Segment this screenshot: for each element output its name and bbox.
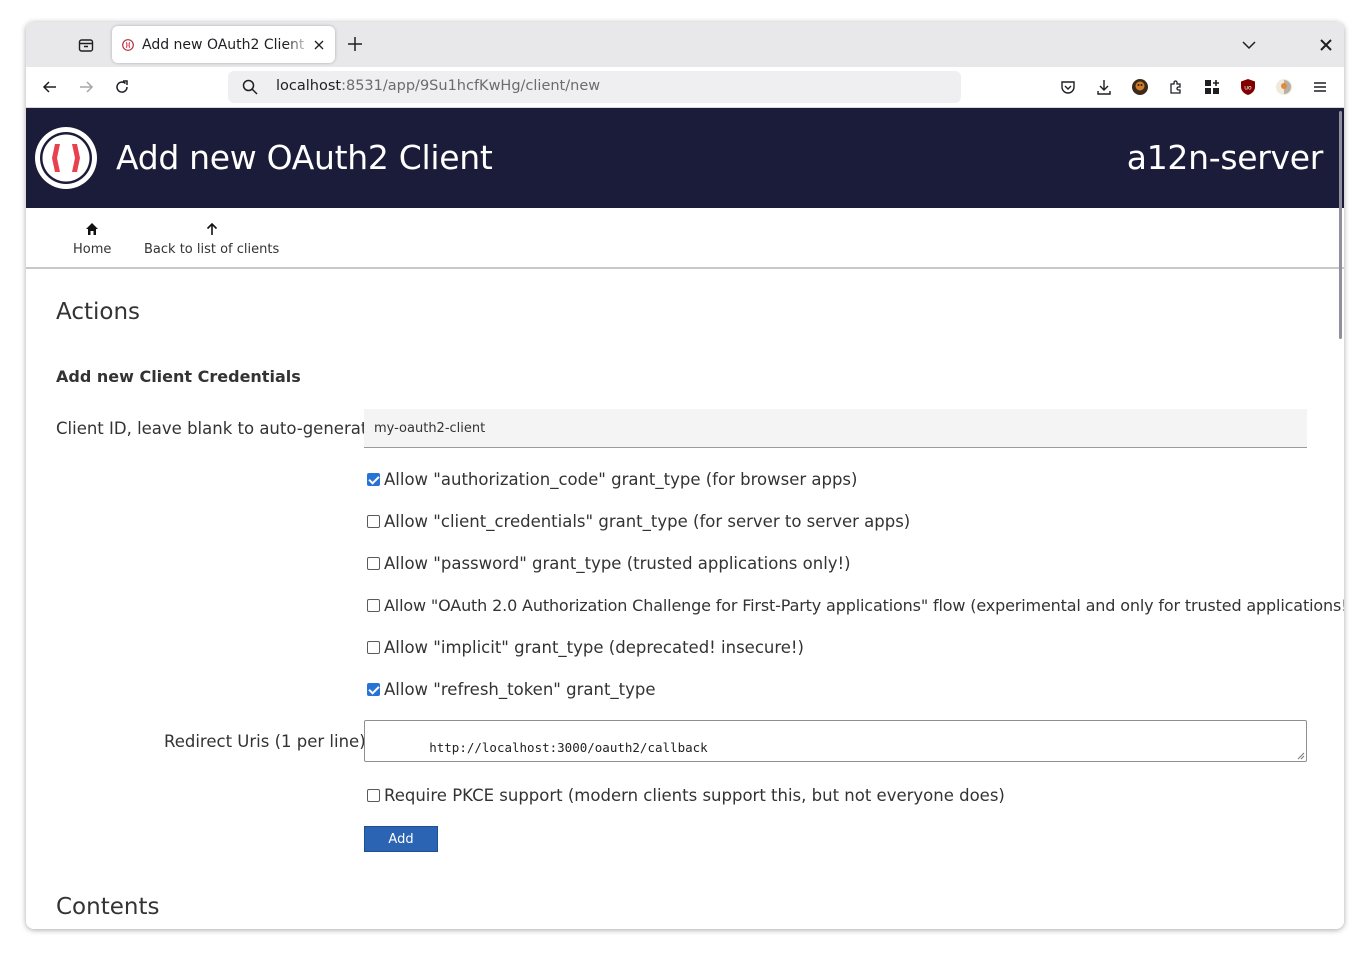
authorization-code-label: Allow "authorization_code" grant_type (f… xyxy=(384,470,858,489)
tab-list-icon[interactable] xyxy=(74,33,98,57)
page-viewport: Add new OAuth2 Client a12n-server Home B… xyxy=(26,108,1344,929)
authorization-challenge-checkbox[interactable] xyxy=(367,599,380,612)
contents-heading: Contents xyxy=(56,894,160,920)
browser-window: Add new OAuth2 Client - a12n-server loca… xyxy=(26,22,1344,929)
url-host: localhost xyxy=(276,78,342,94)
profile-icon[interactable] xyxy=(1274,77,1294,97)
redirect-uris-value: http://localhost:3000/oauth2/callback xyxy=(429,740,708,755)
arrow-up-icon xyxy=(206,222,217,235)
tab-active[interactable]: Add new OAuth2 Client - a12n-server xyxy=(112,26,335,63)
pkce-label: Require PKCE support (modern clients sup… xyxy=(384,786,1005,805)
authorization-challenge-option[interactable]: Allow "OAuth 2.0 Authorization Challenge… xyxy=(367,596,1344,615)
ublock-icon[interactable]: uo xyxy=(1238,77,1258,97)
site-name: a12n-server xyxy=(1126,138,1324,177)
password-label: Allow "password" grant_type (trusted app… xyxy=(384,554,851,573)
actions-heading: Actions xyxy=(56,299,141,325)
pkce-option[interactable]: Require PKCE support (modern clients sup… xyxy=(367,786,1005,805)
page-scrollbar[interactable] xyxy=(1339,111,1342,339)
client-id-input[interactable] xyxy=(364,409,1307,448)
nav-home-link[interactable]: Home xyxy=(73,222,111,257)
search-icon xyxy=(242,79,258,95)
client-credentials-label: Allow "client_credentials" grant_type (f… xyxy=(384,512,911,531)
redirect-uris-textarea[interactable]: http://localhost:3000/oauth2/callback xyxy=(364,720,1307,762)
implicit-checkbox[interactable] xyxy=(367,641,380,654)
authorization-code-checkbox[interactable] xyxy=(367,473,380,486)
tab-title: Add new OAuth2 Client - a12n-server xyxy=(142,36,311,53)
home-icon xyxy=(86,223,99,235)
grant-authorization-code-option[interactable]: Allow "authorization_code" grant_type (f… xyxy=(367,470,857,489)
apps-icon[interactable] xyxy=(1202,77,1222,97)
grant-client-credentials-option[interactable]: Allow "client_credentials" grant_type (f… xyxy=(367,512,910,531)
add-button[interactable]: Add xyxy=(364,826,438,852)
page-title: Add new OAuth2 Client xyxy=(116,138,493,177)
grant-refresh-token-option[interactable]: Allow "refresh_token" grant_type xyxy=(367,680,656,699)
password-checkbox[interactable] xyxy=(367,557,380,570)
nav-back-to-clients-link[interactable]: Back to list of clients xyxy=(144,222,279,257)
extensions-icon[interactable] xyxy=(1166,77,1186,97)
redirect-uris-label: Redirect Uris (1 per line) xyxy=(164,732,366,751)
menu-icon[interactable] xyxy=(1310,77,1330,97)
back-icon[interactable] xyxy=(40,77,60,97)
resize-grip-icon[interactable] xyxy=(1295,750,1305,760)
navigation-bar: localhost:8531/app/9Su1hcfKwHg/client/ne… xyxy=(26,67,1344,108)
chevron-down-icon[interactable] xyxy=(1240,36,1258,54)
refresh-token-checkbox[interactable] xyxy=(367,683,380,696)
site-favicon-icon xyxy=(122,38,134,51)
url-path: :8531/app/9Su1hcfKwHg/client/new xyxy=(341,78,601,94)
nav-back-label: Back to list of clients xyxy=(144,242,280,257)
tab-strip: Add new OAuth2 Client - a12n-server xyxy=(26,22,1344,67)
tab-close-icon[interactable] xyxy=(311,37,327,53)
url-text: localhost:8531/app/9Su1hcfKwHg/client/ne… xyxy=(276,78,600,94)
sub-navigation: Home Back to list of clients xyxy=(26,208,1344,269)
new-tab-icon[interactable] xyxy=(346,35,364,53)
refresh-token-label: Allow "refresh_token" grant_type xyxy=(384,680,656,699)
downloads-icon[interactable] xyxy=(1094,77,1114,97)
form-title: Add new Client Credentials xyxy=(56,367,301,386)
implicit-label: Allow "implicit" grant_type (deprecated!… xyxy=(384,638,804,657)
client-credentials-checkbox[interactable] xyxy=(367,515,380,528)
svg-text:uo: uo xyxy=(1244,85,1252,92)
forward-icon[interactable] xyxy=(76,77,96,97)
window-close-icon[interactable] xyxy=(1318,37,1334,53)
pkce-checkbox[interactable] xyxy=(367,789,380,802)
authorization-challenge-label: Allow "OAuth 2.0 Authorization Challenge… xyxy=(384,596,1344,615)
extension-avatar-icon[interactable] xyxy=(1130,77,1150,97)
client-id-label: Client ID, leave blank to auto-generate xyxy=(56,419,378,438)
site-header: Add new OAuth2 Client a12n-server xyxy=(26,108,1344,208)
grant-password-option[interactable]: Allow "password" grant_type (trusted app… xyxy=(367,554,851,573)
a12n-logo-icon xyxy=(35,127,97,189)
reload-icon[interactable] xyxy=(112,77,132,97)
grant-implicit-option[interactable]: Allow "implicit" grant_type (deprecated!… xyxy=(367,638,804,657)
pocket-icon[interactable] xyxy=(1058,77,1078,97)
nav-home-label: Home xyxy=(73,242,112,257)
url-bar[interactable]: localhost:8531/app/9Su1hcfKwHg/client/ne… xyxy=(228,71,961,103)
